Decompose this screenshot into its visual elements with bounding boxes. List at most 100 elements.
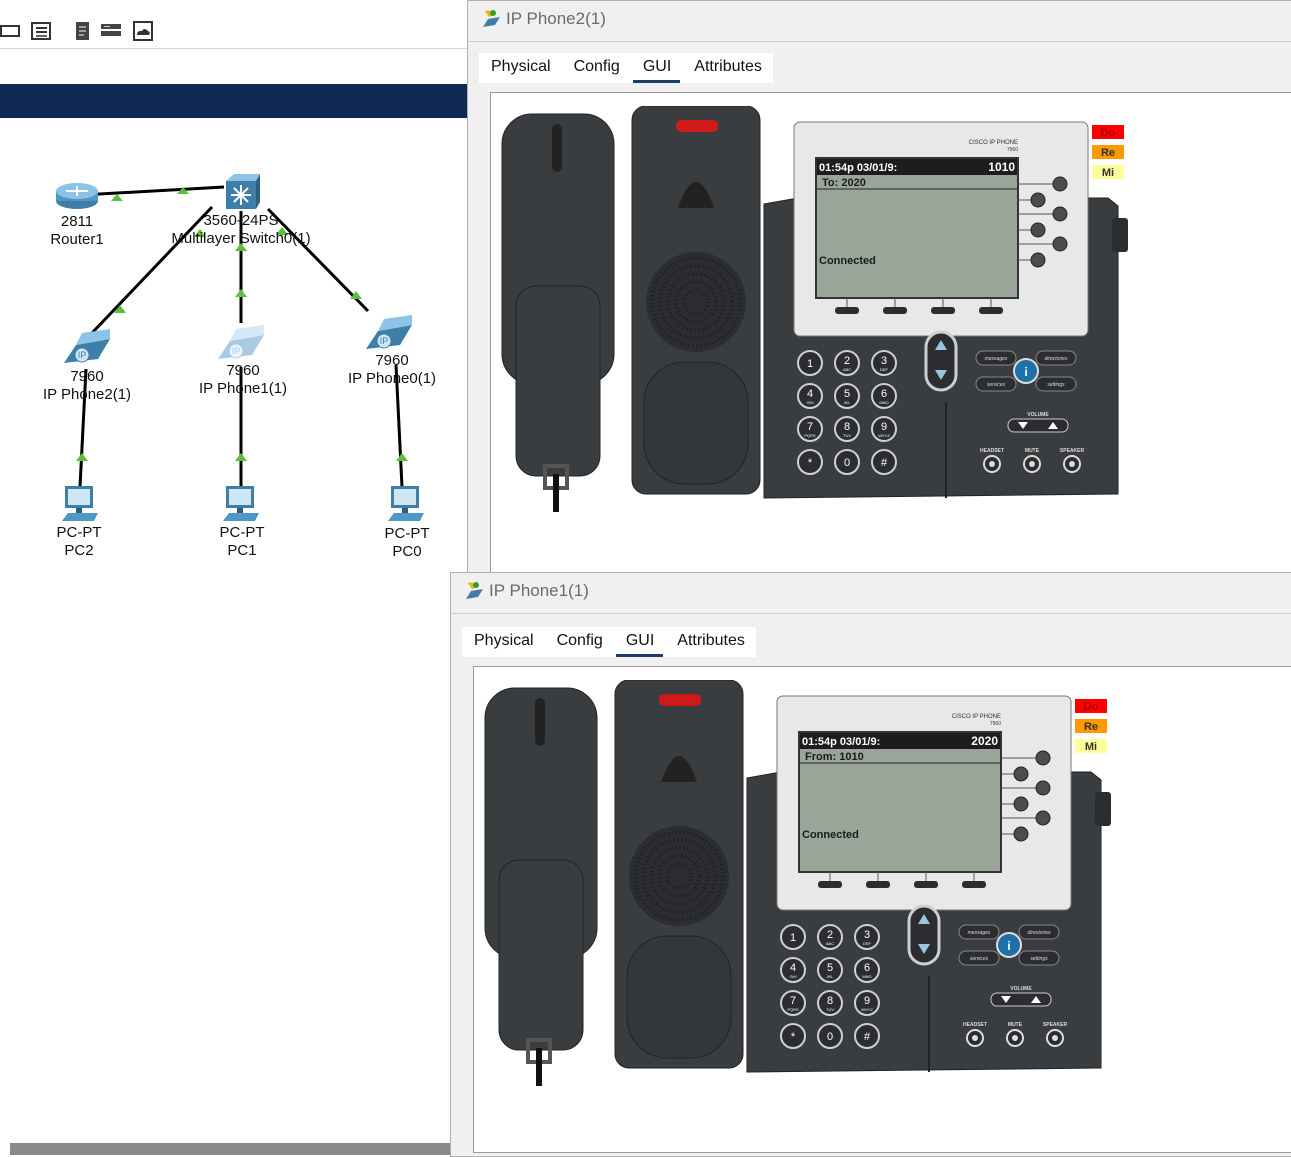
line-button-2[interactable]	[1013, 766, 1029, 782]
keypad-key-9[interactable]: 9WXYZ	[871, 416, 897, 442]
window-title: IP Phone1(1)	[489, 581, 589, 600]
keypad-key-6[interactable]: 6MNO	[871, 383, 897, 409]
phone-window-icon	[483, 10, 500, 27]
keypad-key-5[interactable]: 5JKL	[834, 383, 860, 409]
pc2-model-label: PC-PT	[56, 524, 102, 541]
mute-icon	[1012, 1035, 1018, 1041]
tab-physical[interactable]: Physical	[462, 627, 545, 657]
tab-config[interactable]: Config	[562, 53, 631, 83]
keypad-key-2[interactable]: 2ABC	[834, 350, 860, 376]
line-button-2[interactable]	[1030, 192, 1046, 208]
key-digit: 2	[844, 355, 850, 367]
keypad-key-1[interactable]: 1	[797, 350, 823, 376]
tab-physical[interactable]: Physical	[479, 53, 562, 83]
keypad-key-0[interactable]: 0	[834, 449, 860, 475]
line-button-1[interactable]	[1035, 750, 1051, 766]
keypad-key-7[interactable]: 7PQRS	[797, 416, 823, 442]
headset-label: HEADSET	[980, 448, 1004, 454]
pc0-icon[interactable]	[386, 485, 426, 523]
keypad-key-9[interactable]: 9WXYZ	[854, 990, 880, 1016]
volume-rocker[interactable]	[1007, 418, 1069, 433]
info-icon: i	[1024, 365, 1027, 379]
handset-grip	[552, 124, 562, 172]
keypad-key-3[interactable]: 3DEF	[854, 924, 880, 950]
keypad-key-5[interactable]: 5JKL	[817, 957, 843, 983]
ip-phone1-icon[interactable]: IP	[216, 321, 268, 361]
keypad-key-2[interactable]: 2ABC	[817, 924, 843, 950]
speaker-label: SPEAKER	[1060, 448, 1085, 454]
keypad-key-4[interactable]: 4GHI	[780, 957, 806, 983]
line-button-5[interactable]	[1035, 810, 1051, 826]
horizontal-scrollbar[interactable]	[10, 1143, 452, 1155]
key-letters: TUV	[843, 433, 851, 438]
softkey-3[interactable]	[914, 881, 938, 888]
softkey-4[interactable]	[979, 307, 1003, 314]
brand-label: CISCO IP PHONE	[952, 714, 1001, 720]
multilayer-switch-icon[interactable]	[222, 173, 260, 211]
line-button-4[interactable]	[1030, 222, 1046, 238]
line-button-3[interactable]	[1052, 206, 1068, 222]
key-digit: *	[791, 1031, 796, 1043]
keypad-key-0[interactable]: 0	[817, 1023, 843, 1049]
key-letters: WXYZ	[878, 433, 890, 438]
list-view-icon[interactable]	[30, 20, 52, 42]
keypad-key-1[interactable]: 1	[780, 924, 806, 950]
softkey-1[interactable]	[818, 881, 842, 888]
keypad-key-3[interactable]: 3DEF	[871, 350, 897, 376]
tab-attributes[interactable]: Attributes	[665, 627, 756, 657]
router-icon[interactable]	[54, 179, 100, 211]
cloud-view-icon[interactable]	[132, 20, 154, 42]
tab-gui[interactable]: GUI	[614, 627, 665, 657]
softkey-2[interactable]	[883, 307, 907, 314]
handset-grip	[535, 698, 545, 746]
line-button-4[interactable]	[1013, 796, 1029, 812]
gui-panel: CISCO IP PHONE 7960 01:54p 03/01/9: 1010 To:…	[490, 92, 1291, 578]
keypad-key-hash[interactable]: #	[854, 1023, 880, 1049]
directories-label: directories	[1044, 356, 1068, 362]
keypad-key-star[interactable]: *	[780, 1023, 806, 1049]
tab-attributes[interactable]: Attributes	[682, 53, 773, 83]
line-button-5[interactable]	[1052, 236, 1068, 252]
line-button-6[interactable]	[1030, 252, 1046, 268]
keypad-key-4[interactable]: 4GHI	[797, 383, 823, 409]
softkey-3[interactable]	[931, 307, 955, 314]
ip-phone-device: CISCO IP PHONE 7960 01:54p 03/01/9: 1010 To:…	[498, 105, 1198, 556]
key-letters: MNO	[862, 974, 871, 979]
ip-phone0-icon[interactable]: IP	[364, 311, 416, 351]
keypad-key-8[interactable]: 8TUV	[834, 416, 860, 442]
volume-label: VOLUME	[1010, 986, 1032, 992]
ip-phone-device: CISCO IP PHONE 7960 01:54p 03/01/9: 2020 Fro…	[481, 679, 1181, 1130]
topology-canvas[interactable]: 2811 Router1 3560-24PS Multilayer Switch…	[0, 119, 470, 1155]
tab-gui[interactable]: GUI	[631, 53, 682, 83]
softkey-2[interactable]	[866, 881, 890, 888]
messages-label: messages	[985, 356, 1008, 362]
softkey-1[interactable]	[835, 307, 859, 314]
lamp-label: Mi	[1102, 167, 1114, 179]
document-icon[interactable]	[72, 20, 94, 42]
lcd-extension: 1010	[988, 160, 1015, 174]
ip-phone2-icon[interactable]: IP	[62, 325, 114, 365]
keypad-key-star[interactable]: *	[797, 449, 823, 475]
line-button-3[interactable]	[1035, 780, 1051, 796]
keypad-key-7[interactable]: 7PQRS	[780, 990, 806, 1016]
volume-rocker[interactable]	[990, 992, 1052, 1007]
side-clip	[1095, 792, 1111, 826]
tab-bar: Physical Config GUI Attributes	[462, 627, 756, 657]
key-letters: TUV	[826, 1007, 834, 1012]
line-button-1[interactable]	[1052, 176, 1068, 192]
tab-config[interactable]: Config	[545, 627, 614, 657]
line-button-6[interactable]	[1013, 826, 1029, 842]
device-rack-icon[interactable]	[100, 20, 122, 42]
keypad-key-8[interactable]: 8TUV	[817, 990, 843, 1016]
pc0-name-label: PC0	[392, 543, 422, 560]
keypad-key-6[interactable]: 6MNO	[854, 957, 880, 983]
rectangle-tool-icon[interactable]	[0, 20, 22, 42]
keypad-key-hash[interactable]: #	[871, 449, 897, 475]
softkey-4[interactable]	[962, 881, 986, 888]
pc2-icon[interactable]	[60, 485, 100, 523]
handset[interactable]	[484, 687, 598, 1086]
router-model-label: 2811	[60, 213, 94, 230]
pc1-icon[interactable]	[221, 485, 261, 523]
handset[interactable]	[501, 113, 615, 512]
speaker-icon	[1069, 461, 1075, 467]
